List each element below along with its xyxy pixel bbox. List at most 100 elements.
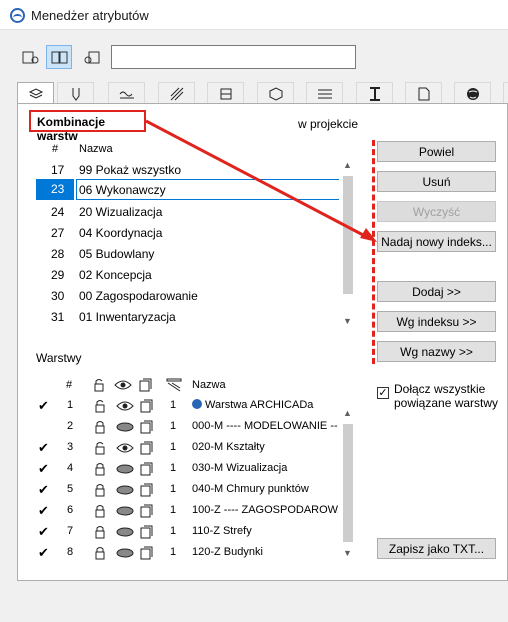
list-item[interactable]: 24 20 Wizualizacja: [36, 202, 340, 223]
include-related-label: Dołącz wszystkie powiązane warstwy: [394, 382, 499, 410]
tab-more[interactable]: [503, 82, 508, 104]
lock-icon[interactable]: [94, 525, 106, 542]
layers-icon: [28, 88, 44, 99]
view-both-icon: [51, 51, 68, 64]
table-row[interactable]: 2 1 000-M ---- MODELOWANIE ---: [36, 417, 340, 438]
layers-title: Warstwy: [36, 351, 82, 365]
tab-pens[interactable]: [57, 82, 94, 104]
check-icon[interactable]: ✔: [38, 482, 49, 498]
list-item[interactable]: 31 01 Inwentaryzacja: [36, 307, 340, 328]
list-item[interactable]: 17 99 Pokaż wszystko: [36, 160, 340, 181]
wireframe-column-icon: [138, 378, 152, 395]
list-item[interactable]: 30 00 Zagospodarowanie: [36, 286, 340, 307]
table-row[interactable]: ✔ 3 1 020-M Kształty: [36, 438, 340, 459]
view-right-button[interactable]: [78, 45, 104, 69]
by-name-button[interactable]: Wg nazwy >>: [377, 341, 496, 362]
eye-icon[interactable]: [116, 421, 134, 436]
scroll-down-icon[interactable]: ▼: [343, 316, 352, 326]
list-item[interactable]: 29 02 Koncepcja: [36, 265, 340, 286]
profile-icon: [318, 89, 332, 99]
tab-composites[interactable]: [207, 82, 244, 104]
zone-icon: [370, 87, 380, 101]
eye-icon[interactable]: [116, 463, 134, 478]
check-icon[interactable]: ✔: [38, 524, 49, 540]
view-both-button[interactable]: [46, 45, 72, 69]
tab-building-materials[interactable]: [257, 82, 294, 104]
wireframe-icon[interactable]: [139, 504, 153, 521]
scroll-down-icon[interactable]: ▼: [343, 548, 352, 558]
delete-button[interactable]: Usuń: [377, 171, 496, 192]
eye-icon[interactable]: [116, 484, 134, 499]
search-input[interactable]: [111, 45, 356, 69]
tab-fills[interactable]: [158, 82, 195, 104]
scroll-up-icon[interactable]: ▲: [343, 408, 352, 418]
table-row[interactable]: ✔ 5 1 040-M Chmury punktów: [36, 480, 340, 501]
column-header-name: Nazwa: [192, 379, 226, 391]
unlock-icon[interactable]: [94, 441, 106, 458]
save-txt-button[interactable]: Zapisz jako TXT...: [377, 538, 496, 559]
rename-field[interactable]: 06 Wykonawczy: [76, 179, 340, 200]
lock-icon[interactable]: [94, 483, 106, 500]
table-row[interactable]: ✔ 6 1 100-Z ---- ZAGOSPODAROWA: [36, 501, 340, 522]
wireframe-icon[interactable]: [139, 462, 153, 479]
tab-profiles[interactable]: [306, 82, 343, 104]
eye-icon[interactable]: [116, 547, 134, 562]
archicad-layer-icon: [192, 399, 202, 409]
scrollbar-thumb[interactable]: [343, 176, 353, 294]
renumber-button[interactable]: Nadaj nowy indeks...: [377, 231, 496, 252]
tab-operations[interactable]: [454, 82, 491, 104]
check-icon[interactable]: ✔: [38, 503, 49, 519]
add-button[interactable]: Dodaj >>: [377, 281, 496, 302]
layer-combinations-list: # Nazwa 17 99 Pokaż wszystko 23 06 Wykonaw…: [36, 140, 356, 332]
lock-column-icon: [92, 378, 106, 395]
scrollbar-thumb[interactable]: [343, 424, 353, 542]
visibility-column-icon: [114, 379, 132, 394]
eye-icon[interactable]: [116, 526, 134, 541]
eye-icon[interactable]: [116, 505, 134, 520]
table-row[interactable]: ✔ 7 1 110-Z Strefy: [36, 522, 340, 543]
lock-icon[interactable]: [94, 504, 106, 521]
eye-icon[interactable]: [116, 400, 134, 415]
surface-icon: [418, 87, 430, 101]
intersection-column-icon: [166, 378, 182, 395]
wireframe-icon[interactable]: [139, 483, 153, 500]
eye-icon[interactable]: [116, 442, 134, 457]
wireframe-icon[interactable]: [139, 441, 153, 458]
table-row[interactable]: ✔ 4 1 030-M Wizualizacja: [36, 459, 340, 480]
by-index-button[interactable]: Wg indeksu >>: [377, 311, 496, 332]
tab-lines[interactable]: [108, 82, 145, 104]
lock-icon[interactable]: [94, 546, 106, 563]
unlock-icon[interactable]: [94, 399, 106, 416]
lock-icon[interactable]: [94, 420, 106, 437]
list-item-selected[interactable]: 23 06 Wykonawczy: [36, 179, 340, 200]
wireframe-icon[interactable]: [139, 399, 153, 416]
clear-button[interactable]: Wyczyść: [377, 201, 496, 222]
check-icon[interactable]: ✔: [38, 461, 49, 477]
wireframe-icon[interactable]: [139, 525, 153, 542]
list-item[interactable]: 27 04 Koordynacja: [36, 223, 340, 244]
annotation-dashed-line: [372, 140, 375, 364]
view-left-icon: [22, 51, 39, 64]
duplicate-button[interactable]: Powiel: [377, 141, 496, 162]
layer-combinations-title: Kombinacje warstw: [29, 110, 146, 143]
archicad-icon: [10, 8, 25, 23]
wireframe-icon[interactable]: [139, 420, 153, 437]
column-header-num: #: [66, 379, 73, 391]
check-icon[interactable]: ✔: [38, 440, 49, 456]
check-icon[interactable]: ✔: [38, 545, 49, 561]
column-header-num: #: [52, 143, 59, 155]
tab-zones[interactable]: [356, 82, 393, 104]
list-item[interactable]: 28 05 Budowlany: [36, 244, 340, 265]
include-related-checkbox[interactable]: ✓: [377, 387, 389, 399]
check-icon[interactable]: ✔: [38, 398, 49, 414]
scrollbar[interactable]: ▲ ▼: [339, 160, 356, 332]
table-row[interactable]: ✔ 8 1 120-Z Budynki: [36, 543, 340, 564]
tab-surfaces[interactable]: [405, 82, 442, 104]
table-row[interactable]: ✔ 1 1 Warstwa ARCHICADa: [36, 396, 340, 417]
wireframe-icon[interactable]: [139, 546, 153, 563]
lock-icon[interactable]: [94, 462, 106, 479]
mode-label: w projekcie: [298, 117, 359, 131]
scrollbar[interactable]: ▲ ▼: [339, 408, 356, 564]
view-left-button[interactable]: [17, 45, 43, 69]
scroll-up-icon[interactable]: ▲: [343, 160, 352, 170]
